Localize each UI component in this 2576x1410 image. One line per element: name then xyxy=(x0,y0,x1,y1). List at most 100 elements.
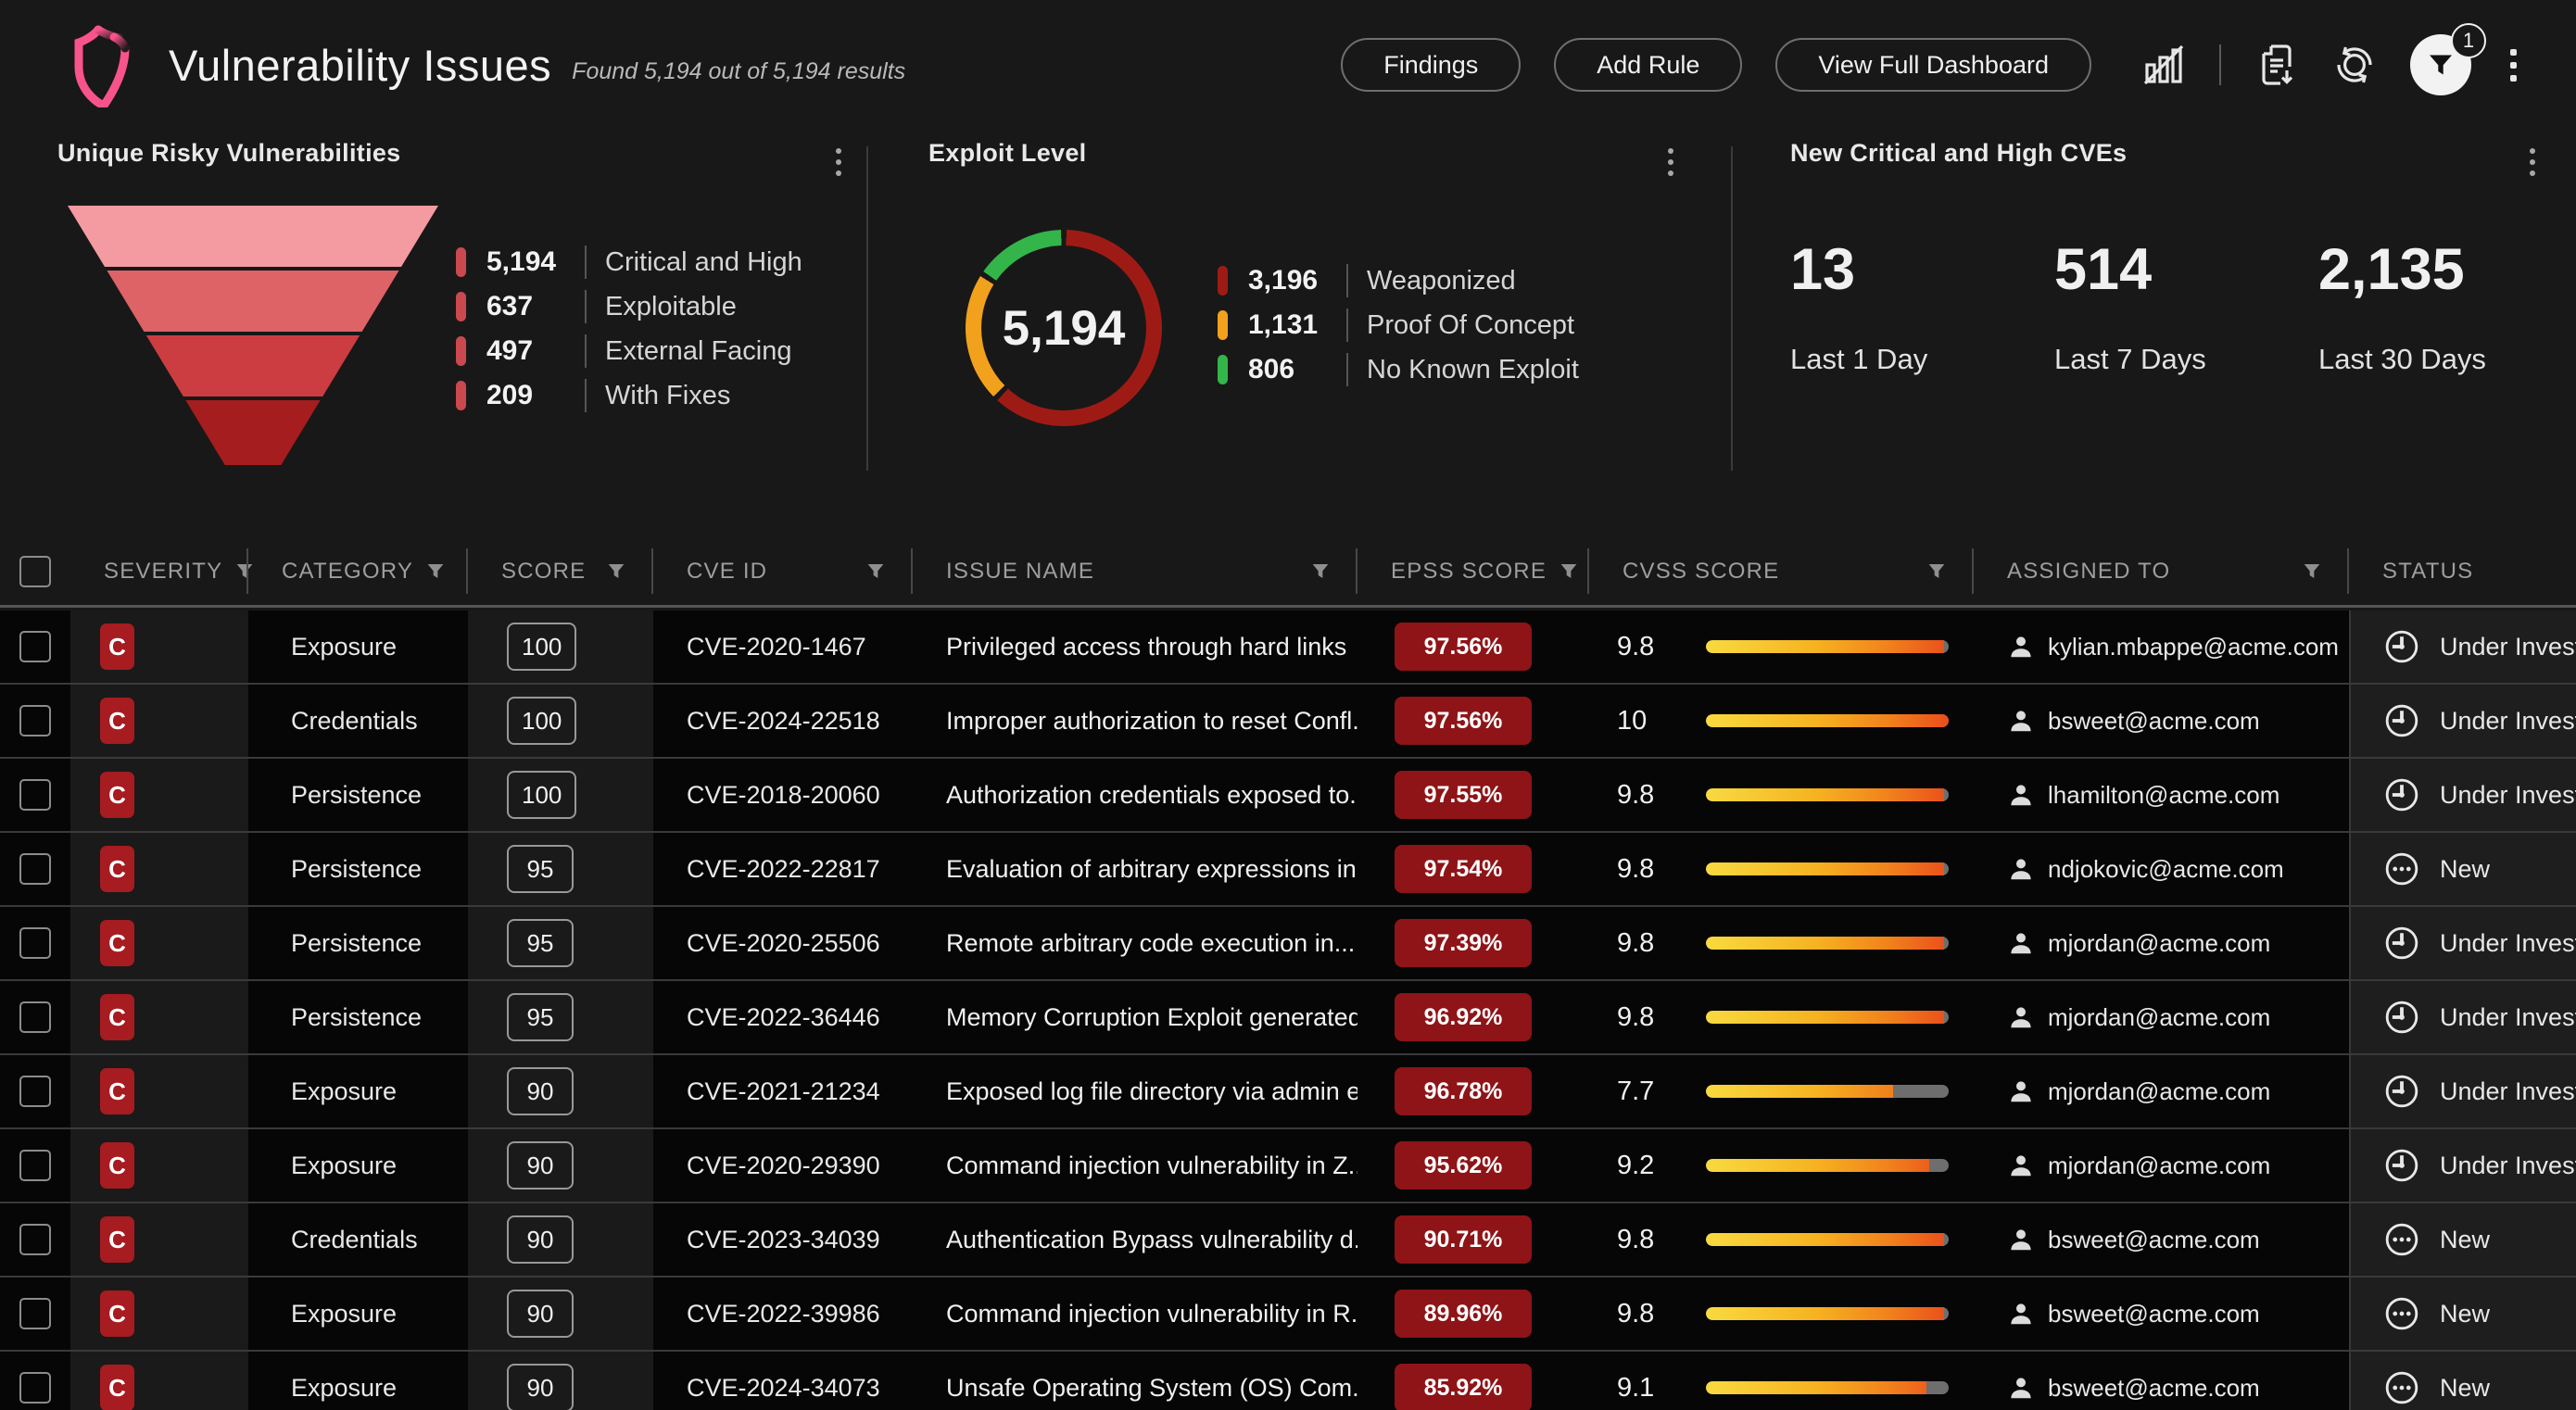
col-header-category[interactable]: CATEGORY xyxy=(248,537,468,605)
cvss-score-bar xyxy=(1706,1159,1949,1172)
col-header-label: SCORE xyxy=(501,559,586,585)
panel-kebab-menu[interactable] xyxy=(2524,143,2541,182)
col-header-status[interactable]: STATUS xyxy=(2349,537,2576,605)
row-checkbox[interactable] xyxy=(19,927,51,959)
column-filter-icon[interactable] xyxy=(426,562,445,581)
header-kebab-menu[interactable] xyxy=(2505,44,2522,87)
cvss-score-bar-fill xyxy=(1706,640,1944,653)
refresh-icon[interactable] xyxy=(2332,43,2377,87)
col-header-label: CATEGORY xyxy=(282,559,413,585)
hide-charts-icon[interactable] xyxy=(2141,43,2186,87)
epss-score-cell: 97.56% xyxy=(1357,685,1589,757)
panel-kebab-menu[interactable] xyxy=(1662,143,1679,182)
legend-label: External Facing xyxy=(605,336,792,367)
assigned-to-cell: bsweet@acme.com xyxy=(1974,1203,2349,1276)
epss-score-cell: 97.39% xyxy=(1357,907,1589,979)
export-report-icon[interactable] xyxy=(2254,43,2299,87)
view-full-dashboard-button[interactable]: View Full Dashboard xyxy=(1775,38,2091,92)
column-filter-icon[interactable] xyxy=(866,562,885,581)
table-row[interactable]: CCredentials90CVE-2023-34039Authenticati… xyxy=(0,1203,2576,1278)
epss-score-cell: 90.71% xyxy=(1357,1203,1589,1276)
row-checkbox[interactable] xyxy=(19,705,51,736)
score-badge: 90 xyxy=(507,1215,574,1264)
row-checkbox[interactable] xyxy=(19,1076,51,1107)
person-icon xyxy=(2007,781,2035,809)
epss-score-cell: 85.92% xyxy=(1357,1352,1589,1410)
severity-badge: C xyxy=(100,1068,134,1114)
score-cell: 100 xyxy=(468,759,653,831)
col-header-cvss-score[interactable]: CVSS SCORE xyxy=(1589,537,1974,605)
row-checkbox[interactable] xyxy=(19,779,51,811)
row-checkbox[interactable] xyxy=(19,1224,51,1255)
row-checkbox[interactable] xyxy=(19,853,51,885)
score-cell: 100 xyxy=(468,611,653,683)
column-filter-icon[interactable] xyxy=(607,562,625,581)
col-header-score[interactable]: SCORE xyxy=(468,537,653,605)
icon-divider xyxy=(2219,44,2221,85)
status-cell: Under Investigation xyxy=(2349,907,2576,979)
header-icon-group: 1 xyxy=(2141,34,2522,95)
findings-button[interactable]: Findings xyxy=(1341,38,1521,92)
table-row[interactable]: CExposure90CVE-2024-34073Unsafe Operatin… xyxy=(0,1352,2576,1410)
row-checkbox[interactable] xyxy=(19,1298,51,1329)
header-actions: Findings Add Rule View Full Dashboard xyxy=(1341,34,2522,95)
vulnerability-dashboard: Vulnerability Issues Found 5,194 out of … xyxy=(0,0,2576,1410)
status-cell: Under Investigation xyxy=(2349,611,2576,683)
person-icon xyxy=(2007,1226,2035,1253)
table-body: CExposure100CVE-2020-1467Privileged acce… xyxy=(0,611,2576,1410)
legend-value: 209 xyxy=(486,380,581,411)
col-header-issue-name[interactable]: ISSUE NAME xyxy=(913,537,1357,605)
add-rule-button[interactable]: Add Rule xyxy=(1554,38,1742,92)
table-row[interactable]: CPersistence100CVE-2018-20060Authorizati… xyxy=(0,759,2576,833)
status-cell: Under Investigation xyxy=(2349,1129,2576,1202)
row-checkbox[interactable] xyxy=(19,1001,51,1033)
panel-title: New Critical and High CVEs xyxy=(1790,139,2541,168)
unique-risky-vulnerabilities-panel: Unique Risky Vulnerabilities 5,194Critic… xyxy=(57,139,854,519)
table-row[interactable]: CExposure100CVE-2020-1467Privileged acce… xyxy=(0,611,2576,685)
severity-cell: C xyxy=(70,611,248,683)
score-badge: 100 xyxy=(507,697,576,745)
table-row[interactable]: CExposure90CVE-2021-21234Exposed log fil… xyxy=(0,1055,2576,1129)
severity-badge: C xyxy=(100,846,134,892)
select-all-checkbox[interactable] xyxy=(19,556,51,587)
table-row[interactable]: CPersistence95CVE-2022-22817Evaluation o… xyxy=(0,833,2576,907)
assigned-to-cell: bsweet@acme.com xyxy=(1974,1278,2349,1350)
stat: 13Last 1 Day xyxy=(1790,233,2054,376)
severity-badge: C xyxy=(100,772,134,818)
person-icon xyxy=(2007,1152,2035,1179)
table-row[interactable]: CCredentials100CVE-2024-22518Improper au… xyxy=(0,685,2576,759)
row-checkbox-cell xyxy=(0,685,70,757)
category-cell: Persistence xyxy=(248,833,468,905)
status-label: New xyxy=(2440,855,2490,884)
col-header-epss-score[interactable]: EPSS SCORE xyxy=(1357,537,1589,605)
status-label: New xyxy=(2440,1374,2490,1403)
col-header-assigned-to[interactable]: ASSIGNED TO xyxy=(1974,537,2349,605)
column-filter-icon[interactable] xyxy=(2303,562,2321,581)
severity-badge: C xyxy=(100,1365,134,1410)
col-header-cve-id[interactable]: CVE ID xyxy=(653,537,913,605)
cvss-score-cell: 9.2 xyxy=(1589,1129,1974,1202)
category-cell: Exposure xyxy=(248,1352,468,1410)
column-filter-icon[interactable] xyxy=(1927,562,1946,581)
cvss-score-cell: 7.7 xyxy=(1589,1055,1974,1127)
column-filter-icon[interactable] xyxy=(1559,562,1578,581)
row-checkbox[interactable] xyxy=(19,1372,51,1404)
table-row[interactable]: CExposure90CVE-2020-29390Command injecti… xyxy=(0,1129,2576,1203)
table-row[interactable]: CPersistence95CVE-2020-25506Remote arbit… xyxy=(0,907,2576,981)
score-cell: 100 xyxy=(468,685,653,757)
legend-item: 1,131Proof Of Concept xyxy=(1218,309,1579,341)
status-cell: New xyxy=(2349,833,2576,905)
row-checkbox[interactable] xyxy=(19,1150,51,1181)
table-row[interactable]: CExposure90CVE-2022-39986Command injecti… xyxy=(0,1278,2576,1352)
row-checkbox[interactable] xyxy=(19,631,51,662)
table-row[interactable]: CPersistence95CVE-2022-36446Memory Corru… xyxy=(0,981,2576,1055)
score-cell: 95 xyxy=(468,907,653,979)
panel-kebab-menu[interactable] xyxy=(830,143,847,182)
legend-label: Weaponized xyxy=(1367,266,1516,296)
legend-item: 3,196Weaponized xyxy=(1218,265,1579,296)
col-header-severity[interactable]: SEVERITY xyxy=(70,537,248,605)
column-filter-icon[interactable] xyxy=(1311,562,1330,581)
score-cell: 95 xyxy=(468,981,653,1053)
under-investigation-clock-icon xyxy=(2384,629,2419,664)
active-filters-control[interactable]: 1 xyxy=(2410,34,2471,95)
